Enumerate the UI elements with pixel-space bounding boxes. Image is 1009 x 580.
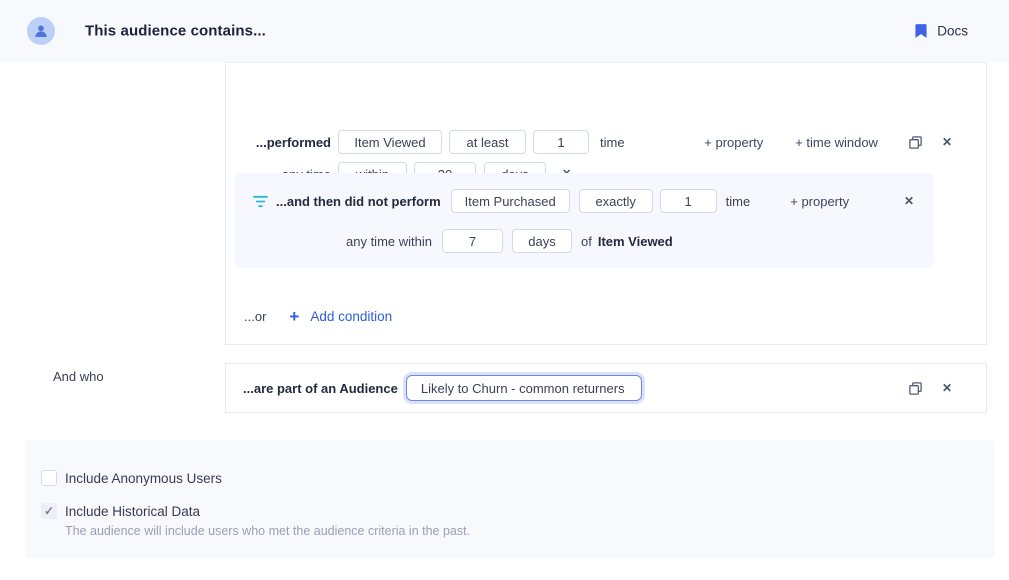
- user-icon: [33, 23, 49, 39]
- historical-data-label[interactable]: Include Historical Data: [65, 504, 200, 519]
- duplicate-condition-icon[interactable]: [908, 381, 923, 396]
- event-select[interactable]: Item Viewed: [338, 130, 442, 154]
- count-input[interactable]: [660, 189, 717, 213]
- window-unit-select[interactable]: days: [512, 229, 572, 253]
- event-select[interactable]: Item Purchased: [451, 189, 570, 213]
- window-value-input[interactable]: [442, 229, 503, 253]
- condition-card: ...performed Item Viewed at least time +…: [225, 62, 987, 345]
- of-event-label: Item Viewed: [598, 234, 673, 249]
- performed-label: ...performed: [226, 135, 331, 150]
- anonymous-users-label[interactable]: Include Anonymous Users: [65, 471, 222, 486]
- count-suffix: time: [600, 135, 625, 150]
- did-not-perform-box: ...and then did not perform Item Purchas…: [235, 173, 934, 268]
- bookmark-icon: [915, 24, 927, 39]
- operator-select[interactable]: at least: [449, 130, 526, 154]
- duplicate-condition-icon[interactable]: [908, 135, 923, 150]
- page-title: This audience contains...: [85, 23, 266, 40]
- and-who-label: And who: [53, 369, 104, 384]
- historical-data-description: The audience will include users who met …: [65, 524, 470, 538]
- historical-data-checkbox[interactable]: ✓: [41, 503, 57, 519]
- avatar: [27, 17, 55, 45]
- performed-row: ...performed Item Viewed at least time +…: [226, 130, 986, 154]
- header: This audience contains... Docs: [0, 0, 1009, 62]
- add-property-button[interactable]: + property: [790, 194, 849, 209]
- of-label: of: [581, 234, 592, 249]
- window-label: any time within: [346, 234, 432, 249]
- add-condition-button[interactable]: Add condition: [310, 309, 392, 324]
- add-property-button[interactable]: + property: [704, 135, 763, 150]
- audience-row: ...are part of an Audience ✕: [226, 375, 986, 401]
- close-step-icon[interactable]: ✕: [904, 195, 914, 207]
- audience-label: ...are part of an Audience: [243, 381, 398, 396]
- options-card: Include Anonymous Users ✓ Include Histor…: [25, 440, 995, 558]
- add-time-window-button: + time window: [795, 135, 878, 150]
- audience-card: ...are part of an Audience ✕: [225, 363, 987, 413]
- docs-link[interactable]: Docs: [915, 24, 968, 39]
- docs-label: Docs: [937, 24, 968, 39]
- audience-builder-page: This audience contains... Docs ...perfor…: [0, 0, 1009, 580]
- plus-icon: +: [289, 308, 299, 325]
- filter-icon-active: [253, 195, 268, 208]
- add-condition-row: ...or + Add condition: [244, 304, 392, 328]
- did-not-perform-row: ...and then did not perform Item Purchas…: [235, 189, 934, 213]
- operator-select[interactable]: exactly: [579, 189, 653, 213]
- or-label: ...or: [244, 309, 266, 324]
- close-condition-icon[interactable]: ✕: [942, 382, 952, 394]
- count-input[interactable]: [533, 130, 589, 154]
- did-not-perform-window-row: any time within days of Item Viewed: [235, 229, 934, 253]
- check-icon: ✓: [44, 504, 54, 518]
- did-not-perform-label: ...and then did not perform: [276, 194, 441, 209]
- audience-input[interactable]: [406, 375, 642, 401]
- anonymous-users-checkbox[interactable]: [41, 470, 57, 486]
- count-suffix: time: [726, 194, 751, 209]
- close-condition-icon[interactable]: ✕: [942, 136, 952, 148]
